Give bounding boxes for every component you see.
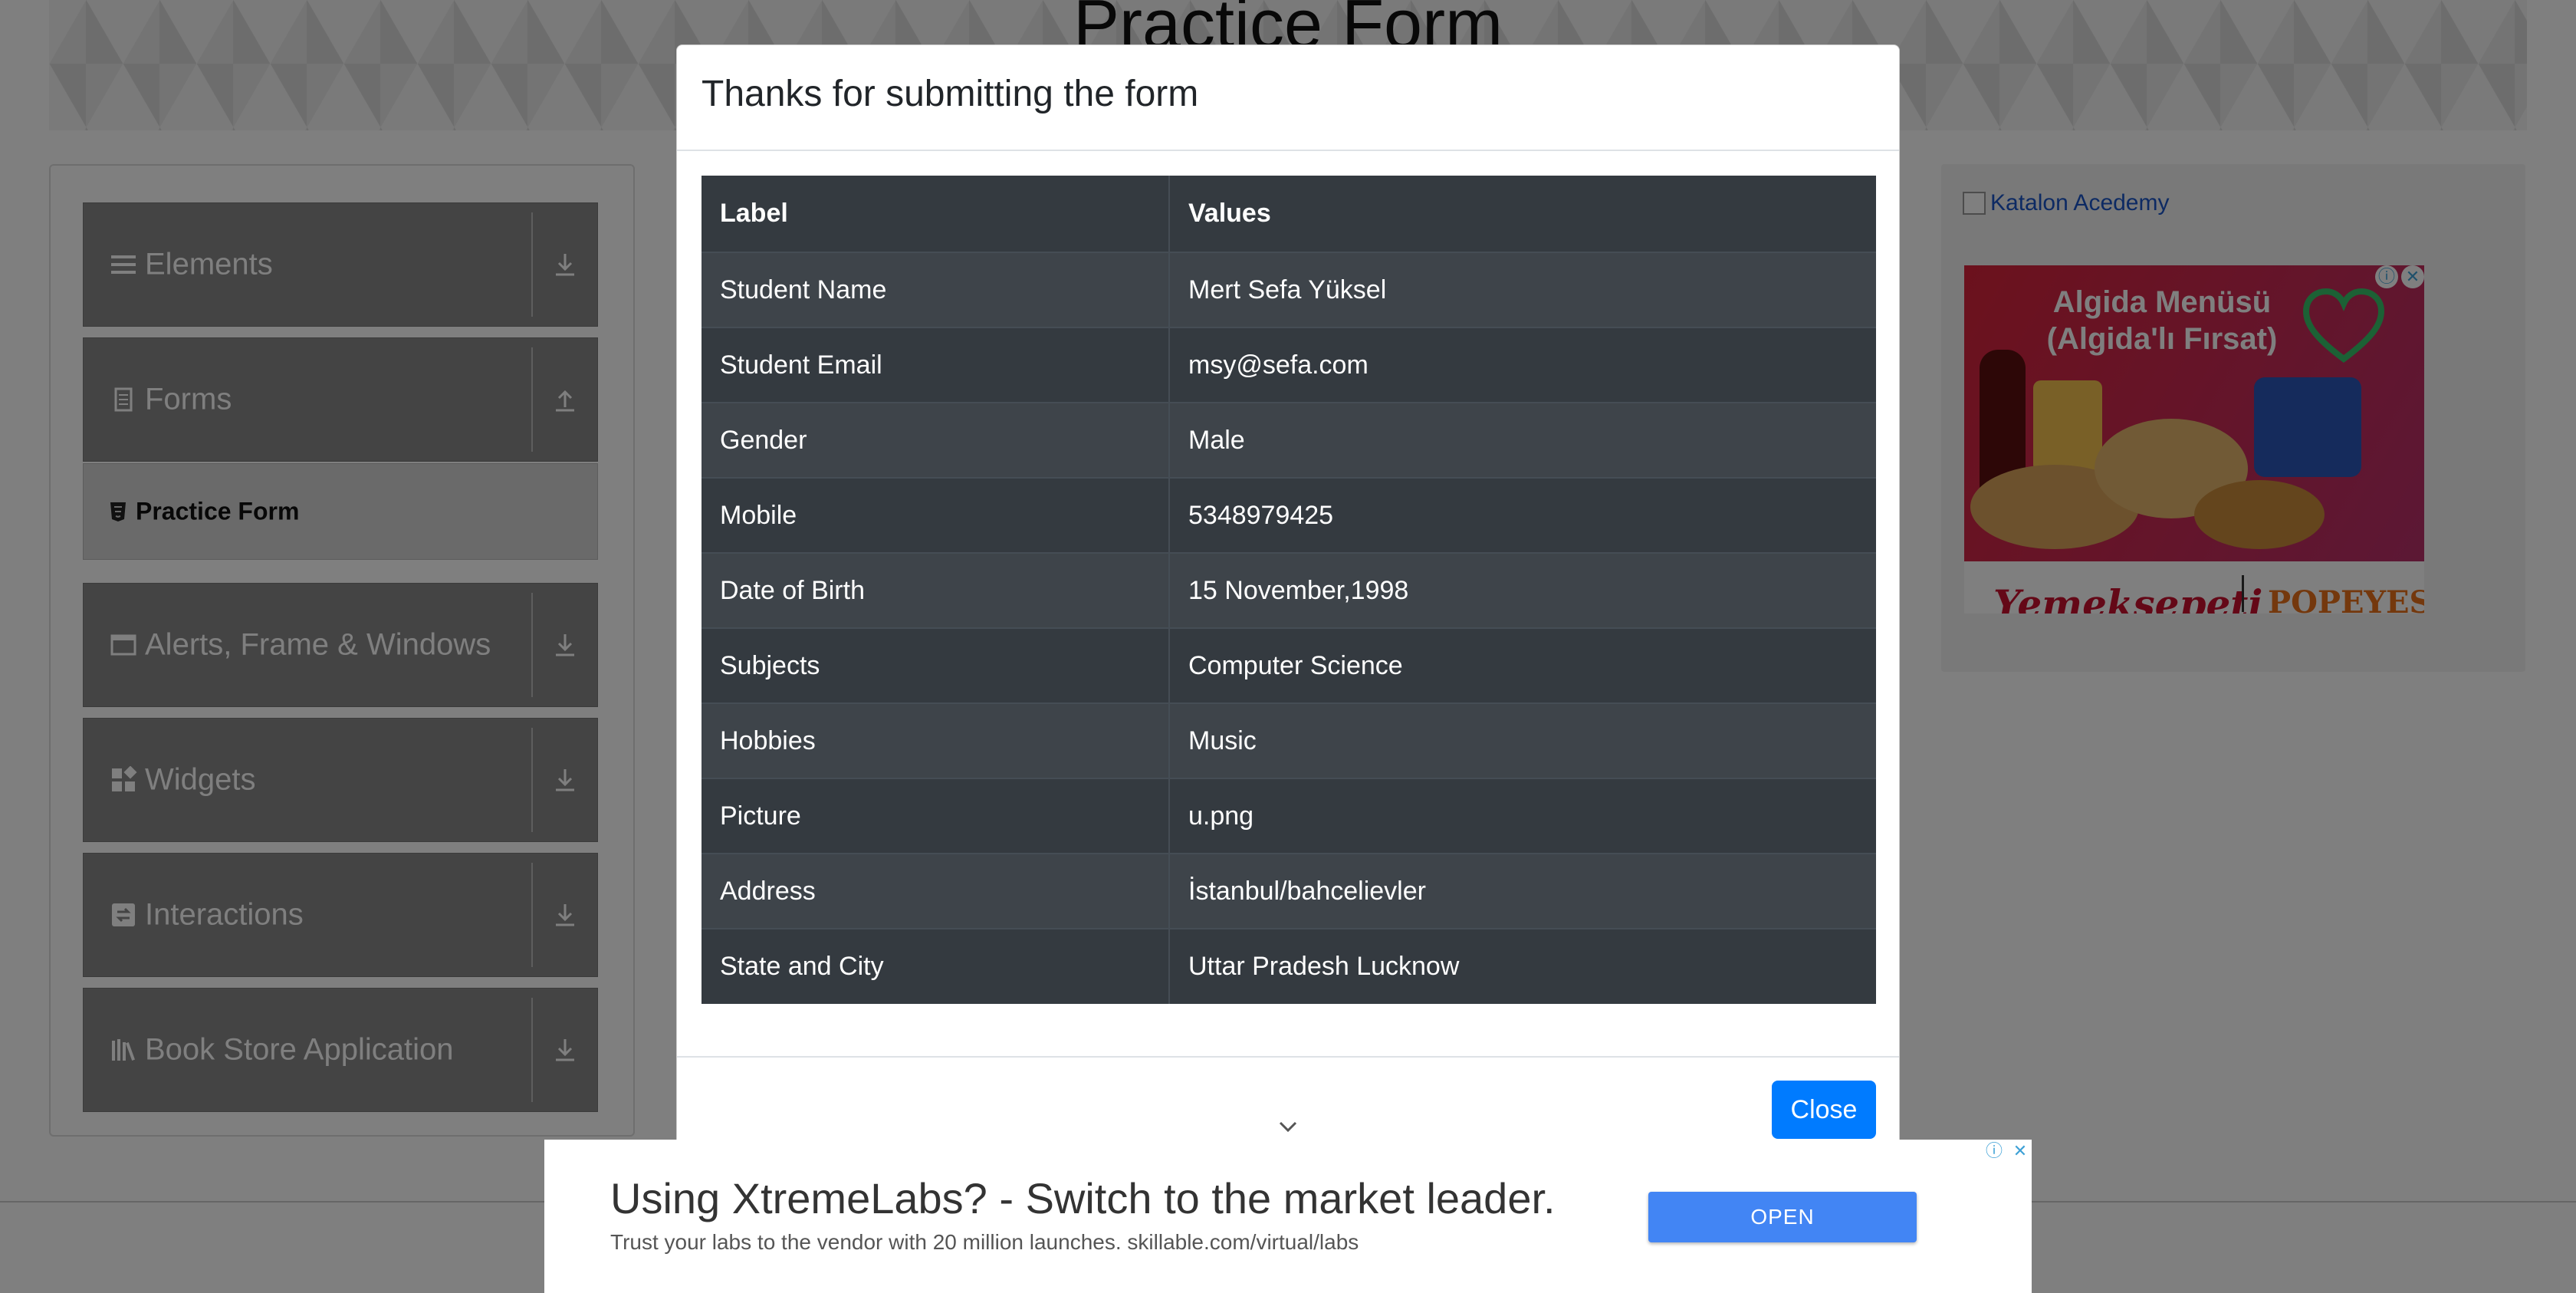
- table-row: Student Email msy@sefa.com: [702, 327, 1876, 403]
- bottom-ad-subline: Trust your labs to the vendor with 20 mi…: [610, 1230, 1359, 1254]
- table-row: Hobbies Music: [702, 702, 1876, 778]
- row-value: u.png: [1169, 778, 1876, 854]
- table-row: Address İstanbul/bahcelievler: [702, 853, 1876, 929]
- row-value: Uttar Pradesh Lucknow: [1169, 928, 1876, 1004]
- row-value: msy@sefa.com: [1169, 327, 1876, 403]
- row-label: Picture: [702, 778, 1170, 854]
- bottom-ad-banner[interactable]: Using XtremeLabs? - Switch to the market…: [544, 1114, 2032, 1293]
- row-value: Mert Sefa Yüksel: [1169, 252, 1876, 327]
- row-value: 15 November,1998: [1169, 552, 1876, 628]
- row-label: Address: [702, 853, 1170, 929]
- row-value: Computer Science: [1169, 627, 1876, 703]
- ad-info-icon[interactable]: ⓘ: [1983, 1140, 2006, 1163]
- table-row: Gender Male: [702, 402, 1876, 478]
- row-label: Student Email: [702, 327, 1170, 403]
- row-label: Mobile: [702, 477, 1170, 553]
- submission-table: Label Values Student Name Mert Sefa Yüks…: [702, 176, 1876, 1004]
- close-button[interactable]: Close: [1772, 1081, 1876, 1139]
- row-label: Student Name: [702, 252, 1170, 327]
- table-row: Picture u.png: [702, 778, 1876, 854]
- table-row: Student Name Mert Sefa Yüksel: [702, 252, 1876, 327]
- row-value: Music: [1169, 702, 1876, 778]
- row-label: Date of Birth: [702, 552, 1170, 628]
- row-label: Gender: [702, 402, 1170, 478]
- screen: Practice Form Elements Forms: [0, 0, 2576, 1293]
- modal-title: Thanks for submitting the form: [702, 74, 1199, 114]
- table-header-row: Label Values: [702, 176, 1876, 252]
- table-row: State and City Uttar Pradesh Lucknow: [702, 928, 1876, 1004]
- row-label: Hobbies: [702, 702, 1170, 778]
- bottom-ad-headline: Using XtremeLabs? - Switch to the market…: [610, 1174, 1556, 1222]
- table-row: Date of Birth 15 November,1998: [702, 552, 1876, 628]
- row-value: 5348979425: [1169, 477, 1876, 553]
- submission-modal: Thanks for submitting the form Label Val…: [676, 44, 1900, 1293]
- ad-close-icon[interactable]: ✕: [2009, 1140, 2032, 1163]
- row-label: State and City: [702, 928, 1170, 1004]
- modal-header: Thanks for submitting the form: [677, 45, 1899, 151]
- column-header-values: Values: [1169, 176, 1876, 252]
- row-value: İstanbul/bahcelievler: [1169, 853, 1876, 929]
- table-row: Mobile 5348979425: [702, 477, 1876, 553]
- open-button[interactable]: OPEN: [1648, 1192, 1917, 1242]
- collapse-chevron-icon[interactable]: [1267, 1114, 1309, 1140]
- modal-footer-divider: [677, 1056, 1899, 1058]
- row-label: Subjects: [702, 627, 1170, 703]
- table-row: Subjects Computer Science: [702, 627, 1876, 703]
- ad-choices: ⓘ ✕: [1983, 1140, 2032, 1164]
- row-value: Male: [1169, 402, 1876, 478]
- column-header-label: Label: [702, 176, 1170, 252]
